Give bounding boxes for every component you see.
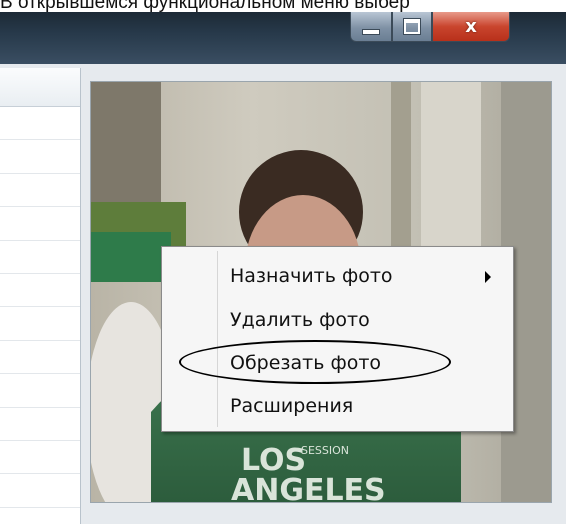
minimize-icon [362,28,380,35]
list-item[interactable] [0,207,80,241]
list-item[interactable] [0,307,80,341]
list-item[interactable] [0,140,80,174]
menu-item-label: Удалить фото [230,309,370,331]
window-controls: x [350,12,510,42]
maximize-icon [404,19,420,34]
context-menu: Назначить фото Удалить фото Обрезать фот… [161,246,514,432]
instruction-text: В открывшемся функциональном меню выбер [0,0,410,12]
list-item[interactable] [0,441,80,475]
menu-item-label: Расширения [230,395,354,417]
list-header[interactable] [0,68,80,107]
list-item[interactable] [0,107,80,141]
shirt-text-small: SESSION [301,444,349,457]
close-icon: x [465,16,477,37]
list-item[interactable] [0,474,80,508]
list-item[interactable] [0,374,80,408]
list-item[interactable] [0,274,80,308]
menu-item-delete-photo[interactable]: Удалить фото [162,301,513,339]
maximize-button[interactable] [392,12,432,42]
menu-item-extensions[interactable]: Расширения [162,387,513,425]
shirt-text-line2: ANGELES [231,473,386,503]
submenu-arrow-icon [485,271,491,283]
menu-item-assign-photo[interactable]: Назначить фото [162,257,513,295]
menu-item-label: Назначить фото [230,265,393,287]
title-bar: x [0,12,566,64]
list-item[interactable] [0,341,80,375]
highlight-oval [179,340,451,384]
list-item[interactable] [0,408,80,441]
close-button[interactable]: x [432,12,510,42]
list-item[interactable] [0,174,80,208]
minimize-button[interactable] [350,12,392,42]
list-panel [0,68,81,524]
list-item[interactable] [0,241,80,274]
